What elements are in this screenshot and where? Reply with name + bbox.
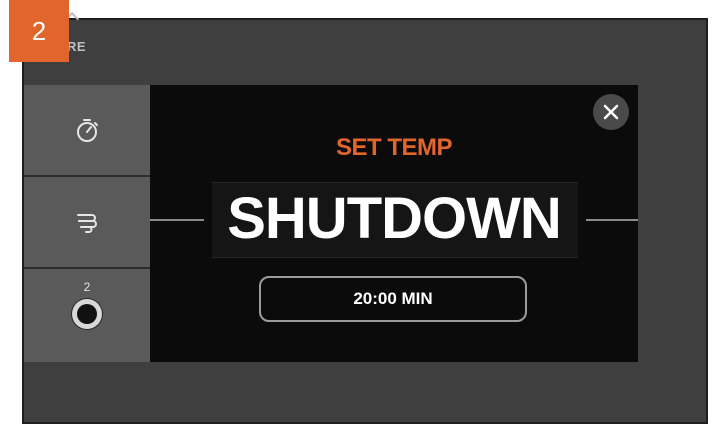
sidebar-item-timer[interactable] (24, 85, 150, 177)
close-button[interactable] (593, 94, 629, 130)
stopwatch-icon (77, 119, 98, 142)
modal-subtitle: SET TEMP (335, 134, 453, 161)
sidebar-item-probe[interactable]: 2 (24, 269, 150, 362)
probe-jack-icon (72, 299, 102, 329)
step-badge: 2 (9, 0, 69, 62)
close-icon (603, 104, 619, 120)
sidebar-item-smoke[interactable] (24, 177, 150, 269)
modal-title: SHUTDOWN (227, 186, 562, 251)
header-label: RE (67, 39, 87, 54)
shutdown-timer-button[interactable]: 20:00 MIN (259, 276, 527, 322)
probe-number-label: 2 (83, 280, 91, 294)
smoke-icon (77, 214, 97, 233)
sidebar: 2 (24, 85, 150, 362)
